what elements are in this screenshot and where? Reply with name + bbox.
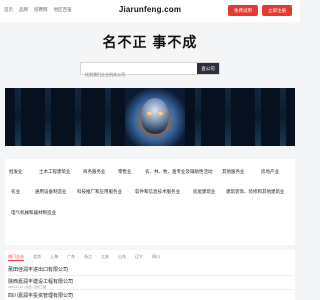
nav-home[interactable]: 首页 bbox=[4, 7, 13, 13]
tab-jiangsu[interactable]: 江苏 bbox=[101, 254, 109, 260]
tab-beijing[interactable]: 北京 bbox=[33, 254, 41, 260]
category-link[interactable]: 电气机械和器材制造业 bbox=[11, 210, 56, 216]
nav-regions[interactable]: 地区百强 bbox=[54, 7, 72, 13]
category-link[interactable]: 软件和信息技术服务业 bbox=[135, 189, 180, 195]
banner-light-stripe bbox=[15, 88, 21, 146]
category-link[interactable]: 其他服务业 bbox=[222, 169, 245, 175]
free-trial-button[interactable]: 免费试用 bbox=[228, 5, 258, 16]
banner-light-stripe bbox=[255, 88, 261, 146]
list-divider bbox=[8, 289, 292, 290]
category-link[interactable]: 农、林、牧、渔专业及辅助性活动 bbox=[145, 169, 213, 175]
company-list: 热门企业 北京 上海 广东 浙江 江苏 山东 辽宁 四川 莆田佳润丰进出口有限公… bbox=[5, 250, 295, 300]
tab-liaoning[interactable]: 辽宁 bbox=[135, 254, 143, 260]
tab-shanghai[interactable]: 上海 bbox=[50, 254, 58, 260]
top-nav: 首页 品牌 招聘网 地区百强 bbox=[4, 7, 72, 13]
banner-light-stripe bbox=[45, 88, 51, 146]
category-link[interactable]: 农业 bbox=[11, 189, 20, 195]
region-tabs: 热门企业 北京 上海 广东 浙江 江苏 山东 辽宁 四川 bbox=[8, 254, 160, 260]
banner-light-stripe bbox=[105, 88, 111, 146]
hero-banner-image bbox=[5, 88, 295, 146]
banner-light-stripe bbox=[225, 88, 231, 146]
company-name-link[interactable]: 四川嘉润丰投资管理有限公司 bbox=[8, 292, 73, 299]
industry-category-grid: 批发业 土木工程建筑业 商务服务业 零售业 农、林、牧、渔专业及辅助性活动 其他… bbox=[5, 159, 295, 245]
nav-brand[interactable]: 品牌 bbox=[19, 7, 28, 13]
active-tab-indicator bbox=[8, 260, 24, 261]
tab-zhejiang[interactable]: 浙江 bbox=[84, 254, 92, 260]
search-box: 查公司 bbox=[80, 62, 220, 80]
category-link[interactable]: 批发业 bbox=[9, 169, 23, 175]
category-link[interactable]: 科技推广和应用服务业 bbox=[77, 189, 122, 195]
robot-eye-icon bbox=[147, 112, 152, 115]
category-link[interactable]: 房地产业 bbox=[261, 169, 279, 175]
hero-section: 名不正 事不成 查公司 bbox=[0, 22, 300, 84]
category-link[interactable]: 零售业 bbox=[118, 169, 132, 175]
company-name-link[interactable]: 莆田佳润丰进出口有限公司 bbox=[8, 266, 68, 273]
category-link[interactable]: 建筑装饰、装修和其他建筑业 bbox=[226, 189, 285, 195]
tab-sichuan[interactable]: 四川 bbox=[152, 254, 160, 260]
banner-light-stripe bbox=[75, 88, 81, 146]
site-logo[interactable]: Jiarunfeng.com bbox=[118, 5, 182, 14]
nav-jobs[interactable]: 招聘网 bbox=[34, 7, 48, 13]
company-name-link[interactable]: 陕西嘉润丰建设工程有限公司 bbox=[8, 278, 73, 285]
category-link[interactable]: 商务服务业 bbox=[83, 169, 106, 175]
robot-eye-icon bbox=[158, 112, 163, 115]
category-link[interactable]: 土木工程建筑业 bbox=[39, 169, 71, 175]
tab-shandong[interactable]: 山东 bbox=[118, 254, 126, 260]
hero-slogan: 名不正 事不成 bbox=[102, 34, 198, 50]
tab-guangdong[interactable]: 广东 bbox=[67, 254, 75, 260]
category-link[interactable]: 通用设备制造业 bbox=[35, 189, 67, 195]
banner-light-stripe bbox=[280, 88, 286, 146]
search-button[interactable]: 查公司 bbox=[197, 63, 219, 74]
banner-light-stripe bbox=[195, 88, 201, 146]
category-link[interactable]: 房屋建筑业 bbox=[193, 189, 216, 195]
robot-face-icon bbox=[141, 98, 169, 134]
search-input[interactable] bbox=[81, 69, 189, 80]
top-bar: 首页 品牌 招聘网 地区百强 Jiarunfeng.com 免费试用 立即注册 bbox=[0, 0, 300, 23]
list-divider bbox=[8, 275, 292, 276]
register-button[interactable]: 立即注册 bbox=[262, 5, 292, 16]
